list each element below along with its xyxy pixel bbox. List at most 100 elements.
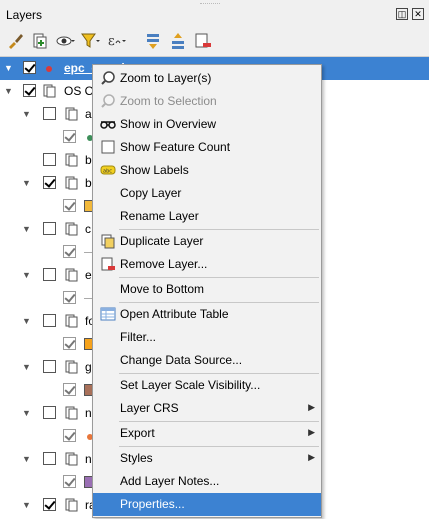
- menu-label: Show in Overview: [120, 117, 217, 131]
- chevron-down-icon[interactable]: ▼: [22, 179, 31, 188]
- layer-visibility-checkbox[interactable]: [43, 360, 56, 373]
- svg-text:abc: abc: [103, 169, 112, 175]
- visibility-eye-icon[interactable]: [55, 31, 75, 51]
- expand-all-icon[interactable]: [143, 31, 163, 51]
- chevron-down-icon[interactable]: ▼: [22, 409, 31, 418]
- chevron-down-icon[interactable]: ▼: [22, 225, 31, 234]
- menu-layer-crs[interactable]: Layer CRS ▶: [93, 397, 321, 420]
- layer-icon: [64, 405, 80, 421]
- close-panel-button[interactable]: ✕: [412, 8, 424, 20]
- chevron-down-icon[interactable]: ▼: [22, 110, 31, 119]
- menu-duplicate-layer[interactable]: Duplicate Layer: [93, 230, 321, 253]
- layer-label[interactable]: b: [85, 176, 92, 190]
- group-label[interactable]: OS O: [64, 84, 94, 98]
- chevron-down-icon[interactable]: ▼: [22, 501, 31, 510]
- point-symbol-icon: [46, 66, 52, 72]
- menu-label: Properties...: [120, 497, 185, 511]
- add-group-icon[interactable]: [30, 31, 50, 51]
- filter-icon[interactable]: [80, 31, 100, 51]
- remove-layer-icon[interactable]: [193, 31, 213, 51]
- menu-export[interactable]: Export ▶: [93, 422, 321, 445]
- menu-label: Zoom to Selection: [120, 94, 217, 108]
- layers-toolbar: ε: [0, 28, 429, 54]
- menu-filter[interactable]: Filter...: [93, 326, 321, 349]
- chevron-down-icon[interactable]: ▼: [4, 87, 13, 96]
- chevron-down-icon[interactable]: ▼: [22, 363, 31, 372]
- chevron-down-icon[interactable]: ▼: [22, 317, 31, 326]
- style-brush-icon[interactable]: [5, 31, 25, 51]
- layer-visibility-checkbox[interactable]: [43, 314, 56, 327]
- layer-icon: [64, 497, 80, 513]
- menu-properties[interactable]: Properties...: [93, 493, 321, 516]
- panel-title: Layers: [6, 8, 43, 22]
- menu-add-layer-notes[interactable]: Add Layer Notes...: [93, 470, 321, 493]
- layer-visibility-checkbox[interactable]: [43, 107, 56, 120]
- layer-label[interactable]: b: [85, 153, 92, 167]
- float-panel-button[interactable]: ◫: [396, 8, 408, 20]
- collapse-all-icon[interactable]: [168, 31, 188, 51]
- layer-visibility-checkbox[interactable]: [23, 61, 36, 74]
- zoom-selection-icon: [100, 93, 116, 109]
- layer-icon: [64, 359, 80, 375]
- legend-checkbox[interactable]: [63, 475, 76, 488]
- chevron-right-icon: ▶: [308, 427, 315, 437]
- menu-show-feature-count[interactable]: Show Feature Count: [93, 136, 321, 159]
- layer-visibility-checkbox[interactable]: [43, 406, 56, 419]
- chevron-down-icon[interactable]: ▼: [22, 455, 31, 464]
- menu-remove-layer[interactable]: Remove Layer...: [93, 253, 321, 276]
- zoom-layer-icon: [100, 70, 116, 86]
- layer-icon: [64, 152, 80, 168]
- layer-visibility-checkbox[interactable]: [43, 153, 56, 166]
- menu-zoom-to-layer[interactable]: Zoom to Layer(s): [93, 67, 321, 90]
- checkbox-icon: [100, 139, 116, 155]
- panel-titlebar: Layers ◫ ✕: [0, 0, 429, 28]
- menu-label: Open Attribute Table: [120, 307, 229, 321]
- legend-checkbox[interactable]: [63, 245, 76, 258]
- layer-label[interactable]: n: [85, 452, 92, 466]
- legend-checkbox[interactable]: [63, 291, 76, 304]
- layer-label[interactable]: g: [85, 360, 92, 374]
- chevron-right-icon: ▶: [308, 402, 315, 412]
- legend-checkbox[interactable]: [63, 429, 76, 442]
- menu-rename-layer[interactable]: Rename Layer: [93, 205, 321, 228]
- group-visibility-checkbox[interactable]: [23, 84, 36, 97]
- layer-visibility-checkbox[interactable]: [43, 268, 56, 281]
- layer-visibility-checkbox[interactable]: [43, 498, 56, 511]
- menu-show-labels[interactable]: abc Show Labels: [93, 159, 321, 182]
- layer-visibility-checkbox[interactable]: [43, 452, 56, 465]
- menu-label: Export: [120, 426, 155, 440]
- menu-label: Add Layer Notes...: [120, 474, 220, 488]
- layer-label[interactable]: e: [85, 268, 92, 282]
- layer-icon: [64, 313, 80, 329]
- layer-visibility-checkbox[interactable]: [43, 176, 56, 189]
- menu-copy-layer[interactable]: Copy Layer: [93, 182, 321, 205]
- layer-icon: [64, 106, 80, 122]
- menu-show-in-overview[interactable]: Show in Overview: [93, 113, 321, 136]
- layer-label[interactable]: a: [85, 107, 92, 121]
- menu-set-scale-visibility[interactable]: Set Layer Scale Visibility...: [93, 374, 321, 397]
- menu-zoom-to-selection[interactable]: Zoom to Selection: [93, 90, 321, 113]
- overview-glasses-icon: [100, 116, 116, 132]
- svg-text:ε: ε: [108, 34, 115, 49]
- layer-icon: [64, 221, 80, 237]
- menu-label: Filter...: [120, 330, 157, 344]
- layer-label[interactable]: c: [85, 222, 91, 236]
- legend-checkbox[interactable]: [63, 199, 76, 212]
- chevron-down-icon[interactable]: ▼: [4, 64, 13, 73]
- legend-checkbox[interactable]: [63, 337, 76, 350]
- menu-change-data-source[interactable]: Change Data Source...: [93, 349, 321, 372]
- legend-checkbox[interactable]: [63, 130, 76, 143]
- menu-label: Layer CRS: [120, 401, 179, 415]
- legend-checkbox[interactable]: [63, 383, 76, 396]
- menu-move-to-bottom[interactable]: Move to Bottom: [93, 278, 321, 301]
- drag-grip[interactable]: [200, 3, 220, 5]
- layer-label[interactable]: n: [85, 406, 92, 420]
- expression-filter-icon[interactable]: ε: [106, 31, 126, 51]
- group-icon: [42, 83, 58, 99]
- menu-open-attribute-table[interactable]: Open Attribute Table: [93, 303, 321, 326]
- remove-layer-icon: [100, 256, 116, 272]
- menu-styles[interactable]: Styles ▶: [93, 447, 321, 470]
- attribute-table-icon: [100, 306, 116, 322]
- layer-visibility-checkbox[interactable]: [43, 222, 56, 235]
- chevron-down-icon[interactable]: ▼: [22, 271, 31, 280]
